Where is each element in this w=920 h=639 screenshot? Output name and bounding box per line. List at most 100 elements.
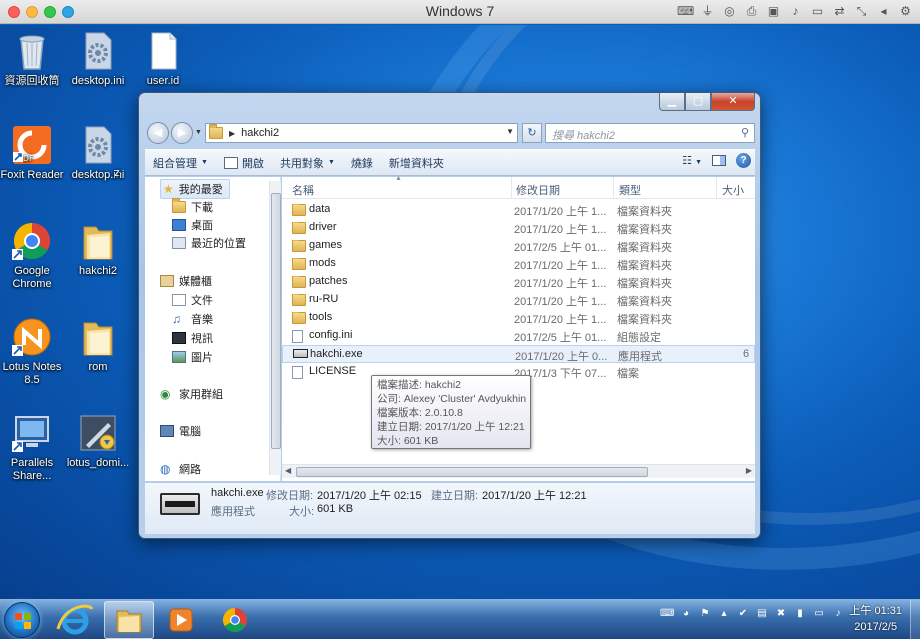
nav-music[interactable]: ♫ 音樂	[172, 311, 213, 327]
taskbar-media-player[interactable]	[156, 601, 206, 639]
flag-icon[interactable]: ⚑	[698, 607, 712, 621]
minimize-button[interactable]: ▁	[659, 93, 685, 111]
column-name[interactable]: 名稱	[292, 182, 314, 198]
breadcrumb-hakchi2[interactable]: hakchi2	[241, 127, 279, 139]
column-type[interactable]: 類型	[619, 182, 641, 198]
desktop-icon-rom[interactable]: rom	[60, 317, 136, 374]
view-controls: ☷ ▼ ?	[682, 153, 751, 168]
maximize-button[interactable]: ▢	[685, 93, 711, 111]
nav-label: 文件	[191, 295, 213, 307]
nav-recent[interactable]: 最近的位置	[172, 235, 246, 251]
keyboard-icon[interactable]: ⌨	[660, 607, 674, 621]
nav-computer[interactable]: 電腦	[160, 423, 201, 439]
share-icon[interactable]: ⇄	[831, 3, 848, 20]
close-button[interactable]: ✕	[711, 93, 755, 111]
minimize-icon: ▁	[667, 95, 677, 107]
back-icon[interactable]: ◂	[875, 3, 892, 20]
desktop-icon-lotus-domino[interactable]: lotus_domi...	[60, 413, 136, 470]
network-tray-icon[interactable]: ▤	[755, 607, 769, 621]
search-input[interactable]: 搜尋 hakchi2 ⚲	[545, 123, 755, 143]
view-list-icon: ☷	[682, 155, 692, 167]
desktop-icon-user-id[interactable]: user.id	[125, 31, 201, 88]
details-size-label: 大小:	[289, 506, 315, 518]
nav-scrollbar-thumb[interactable]	[271, 193, 281, 449]
breadcrumb-chevron-icon[interactable]: ▶	[229, 129, 235, 138]
file-date: 2017/1/20 上午 1...	[514, 278, 607, 290]
file-row[interactable]: games 2017/2/5 上午 01... 檔案資料夾	[282, 237, 755, 255]
nav-network[interactable]: ◍ 網路	[160, 461, 201, 477]
printer-icon[interactable]: ⎙	[743, 3, 760, 20]
file-row[interactable]: ru-RU 2017/1/20 上午 1... 檔案資料夾	[282, 291, 755, 309]
file-row[interactable]: data 2017/1/20 上午 1... 檔案資料夾	[282, 201, 755, 219]
organize-menu[interactable]: 組合管理 ▼	[145, 155, 216, 171]
hscrollbar-thumb[interactable]	[296, 467, 648, 477]
file-row[interactable]: driver 2017/1/20 上午 1... 檔案資料夾	[282, 219, 755, 237]
scroll-right-icon[interactable]: ▶	[746, 466, 752, 475]
keyboard-icon[interactable]: ⌨	[677, 3, 694, 20]
file-date: 2017/1/20 上午 1...	[514, 260, 607, 272]
cd-icon[interactable]: ◎	[721, 3, 738, 20]
column-date[interactable]: 修改日期	[516, 182, 560, 198]
preview-pane-icon[interactable]	[712, 155, 726, 166]
folder-icon[interactable]: ▭	[809, 3, 826, 20]
column-size[interactable]: 大小	[722, 182, 744, 198]
view-options-button[interactable]: ☷ ▼	[682, 154, 702, 167]
address-bar[interactable]: ▶ hakchi2 ▼	[205, 123, 518, 143]
clock[interactable]: 上午 01:31 2017/2/5	[849, 603, 902, 635]
column-separator[interactable]	[716, 177, 717, 199]
display-icon[interactable]: ▭	[812, 607, 826, 621]
new-folder-button[interactable]: 新增資料夾	[381, 155, 452, 171]
file-row[interactable]: config.ini 2017/2/5 上午 01... 組態設定	[282, 327, 755, 345]
nav-homegroup[interactable]: ◉ 家用群組	[160, 386, 223, 402]
forward-button[interactable]: ▶	[171, 122, 193, 144]
back-button[interactable]: ◀	[147, 122, 169, 144]
column-separator[interactable]	[511, 177, 512, 199]
host-title-bar: Windows 7 ⌨ ⏚ ◎ ⎙ ▣ ♪ ▭ ⇄ ⤡ ◂ ⚙	[0, 0, 920, 24]
usb-icon[interactable]: ⏚	[699, 3, 716, 20]
show-desktop-button[interactable]	[910, 600, 920, 639]
nav-documents[interactable]: 文件	[172, 292, 213, 308]
help-icon[interactable]: ?	[736, 153, 751, 168]
file-list-hscrollbar[interactable]: ◀ ▶	[282, 464, 755, 478]
chrome-icon	[12, 221, 52, 261]
file-row[interactable]: mods 2017/1/20 上午 1... 檔案資料夾	[282, 255, 755, 273]
power-icon[interactable]: ▮	[793, 607, 807, 621]
recent-pages-chevron-icon[interactable]: ▼	[195, 129, 202, 136]
nav-videos[interactable]: 視訊	[172, 330, 213, 346]
nav-favorites[interactable]: ★ 我的最愛	[160, 179, 230, 199]
chevron-up-icon[interactable]: ▴	[717, 607, 731, 621]
folder-icon	[292, 276, 306, 288]
action-center-icon[interactable]: ✖	[774, 607, 788, 621]
scroll-left-icon[interactable]: ◀	[285, 466, 291, 475]
taskbar-file-explorer[interactable]	[104, 601, 154, 639]
desktop-icon-hakchi2[interactable]: hakchi2	[60, 221, 136, 278]
share-menu[interactable]: 共用對象 ▼	[272, 155, 343, 171]
security-icon[interactable]: ✔	[736, 607, 750, 621]
file-date: 2017/1/20 上午 1...	[514, 224, 607, 236]
gear-icon[interactable]: ⚙	[897, 3, 914, 20]
address-dropdown-icon[interactable]: ▼	[506, 127, 514, 136]
taskbar-internet-explorer[interactable]	[50, 601, 100, 639]
volume-icon[interactable]: ♪	[831, 607, 845, 621]
start-orb-icon[interactable]	[4, 602, 40, 638]
nav-scrollbar[interactable]	[269, 181, 281, 475]
parallels-tray-icon[interactable]: ◕	[679, 607, 693, 621]
file-row[interactable]: patches 2017/1/20 上午 1... 檔案資料夾	[282, 273, 755, 291]
taskbar-chrome[interactable]	[210, 601, 260, 639]
nav-pictures[interactable]: 圖片	[172, 349, 213, 365]
nav-libraries[interactable]: 媒體櫃	[160, 273, 212, 289]
file-row[interactable]: hakchi.exe 2017/1/20 上午 0... 應用程式 6	[282, 345, 755, 363]
file-row[interactable]: tools 2017/1/20 上午 1... 檔案資料夾	[282, 309, 755, 327]
desktop-icon-partial[interactable]: z	[102, 167, 132, 180]
camera-icon[interactable]: ▣	[765, 3, 782, 20]
details-filetype: 應用程式	[211, 506, 255, 518]
burn-button[interactable]: 燒錄	[343, 155, 381, 171]
shrink-icon[interactable]: ⤡	[853, 3, 870, 20]
speaker-icon[interactable]: ♪	[787, 3, 804, 20]
refresh-button[interactable]: ↻	[522, 123, 542, 143]
column-separator[interactable]	[613, 177, 614, 199]
open-button[interactable]: 開啟	[216, 155, 272, 171]
nav-desktop[interactable]: 桌面	[172, 217, 213, 233]
nav-downloads[interactable]: 下載	[172, 198, 213, 215]
search-icon[interactable]: ⚲	[741, 126, 749, 139]
